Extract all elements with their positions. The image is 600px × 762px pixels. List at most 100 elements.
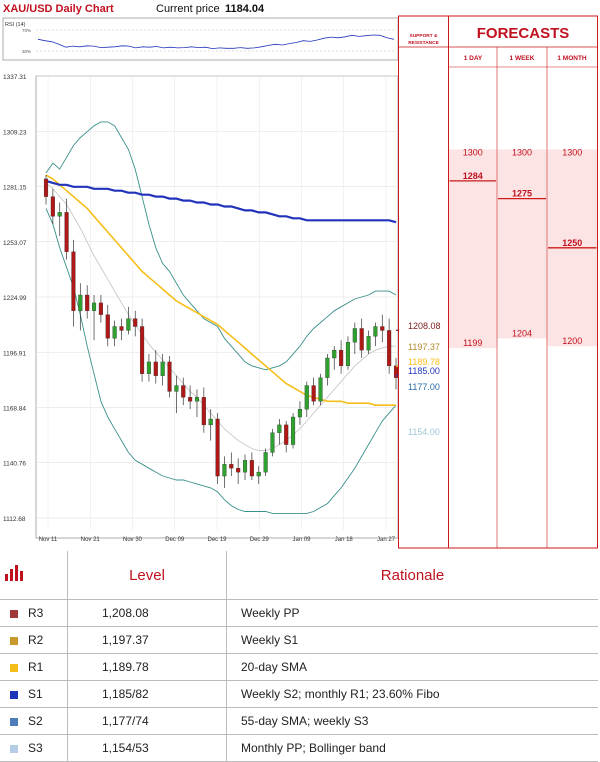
candle-body-14 — [140, 326, 145, 374]
sr-level-label-1: 1197.37 — [408, 342, 440, 352]
candle-body-42 — [332, 349, 337, 359]
forecast-band-1 — [497, 149, 547, 339]
candle-body-22 — [194, 397, 200, 402]
forecast-high-0: 1300 — [463, 147, 483, 157]
x-tick-label-3: Dec 09 — [165, 537, 185, 543]
sr-panel — [398, 15, 449, 549]
candle-body-33 — [270, 432, 275, 453]
candle-body-16 — [153, 361, 158, 376]
candle-body-30 — [249, 460, 254, 477]
candle-body-38 — [304, 385, 309, 410]
y-tick-label-1: 1309.23 — [3, 129, 27, 136]
forecasts-title: FORECASTS — [477, 25, 570, 42]
forecast-low-1: 1204 — [512, 328, 532, 338]
level-value: 1,177/74 — [67, 707, 227, 735]
level-code: R2 — [28, 626, 68, 654]
candle-body-8 — [98, 302, 103, 315]
forecast-target-0: 1284 — [463, 171, 483, 181]
candle-body-6 — [85, 294, 90, 311]
level-rationale: Weekly S1 — [226, 626, 598, 654]
forecast-low-2: 1200 — [562, 336, 582, 346]
candle-body-20 — [181, 385, 186, 398]
candle-body-28 — [236, 468, 241, 473]
chart-title: XAU/USD Daily Chart — [3, 3, 114, 15]
level-swatch — [0, 653, 28, 681]
candle-body-45 — [352, 328, 357, 343]
level-rationale: Weekly PP — [226, 599, 598, 627]
candle-body-34 — [277, 424, 282, 433]
level-swatch — [0, 680, 28, 708]
sr-level-label-0: 1208.08 — [408, 321, 441, 331]
rationale-header: Rationale — [226, 551, 598, 600]
candle-body-4 — [71, 251, 76, 311]
candle-body-10 — [112, 326, 117, 339]
candle-body-7 — [92, 302, 97, 311]
candle-body-50 — [387, 330, 392, 367]
bar-chart-icon — [0, 551, 28, 600]
candle-body-1 — [50, 196, 55, 217]
y-tick-label-6: 1168.84 — [3, 405, 26, 412]
sr-title-1: SUPPORT & — [410, 33, 439, 39]
y-tick-label-5: 1196.91 — [3, 350, 26, 357]
level-swatch — [0, 626, 28, 654]
candle-body-23 — [201, 397, 206, 426]
level-value: 1,197.37 — [67, 626, 227, 654]
candle-body-40 — [318, 377, 323, 402]
level-rationale: Weekly S2; monthly R1; 23.60% Fibo — [226, 680, 598, 708]
levels-row-r2: R2 1,197.37 Weekly S1 — [0, 626, 598, 654]
current-price-value: 1184.04 — [225, 3, 265, 15]
rsi-30-label: 30% — [22, 49, 31, 54]
level-value: 1,185/82 — [67, 680, 227, 708]
sr-level-label-4: 1177.00 — [408, 382, 440, 392]
level-code: S2 — [28, 707, 68, 735]
x-axis: Nov 11 Nov 21 Nov 30 Dec 09 Dec 19 Dec 29 Jan … — [39, 537, 396, 543]
levels-row-s1: S1 1,185/82 Weekly S2; monthly R1; 23.60% … — [0, 680, 598, 708]
level-rationale: 55-day SMA; weekly S3 — [226, 707, 598, 735]
y-tick-label-4: 1224.99 — [3, 295, 27, 302]
candle-body-29 — [242, 460, 248, 473]
level-code: S3 — [28, 734, 68, 762]
candle-body-5 — [78, 294, 83, 311]
candle-body-31 — [256, 471, 261, 477]
candle-body-41 — [325, 357, 330, 378]
y-tick-label-0: 1337.31 — [3, 74, 27, 81]
candle-body-44 — [345, 342, 350, 367]
candle-body-37 — [297, 408, 302, 418]
y-axis: 1337.31 1309.23 1281.15 1253.07 1224.99 1196.… — [3, 74, 27, 523]
y-tick-label-8: 1112.68 — [3, 516, 26, 523]
candle-body-3 — [64, 212, 69, 252]
candle-body-15 — [146, 361, 151, 374]
candle-body-48 — [373, 326, 378, 337]
candle-body-36 — [291, 416, 296, 445]
candle-body-47 — [366, 336, 371, 351]
level-rationale: Monthly PP; Bollinger band — [226, 734, 598, 762]
candle-body-43 — [339, 349, 344, 367]
candle-body-35 — [284, 424, 289, 445]
sr-level-label-5: 1154.00 — [408, 427, 440, 437]
candle-body-32 — [263, 452, 268, 473]
level-swatch — [0, 734, 28, 762]
level-value: 1,208.08 — [67, 599, 227, 627]
x-tick-label-7: Jan 18 — [335, 537, 354, 543]
forecast-target-1: 1275 — [512, 189, 532, 199]
current-price-label: Current price — [156, 3, 220, 15]
level-swatch — [0, 707, 28, 735]
x-tick-label-5: Dec 29 — [250, 537, 270, 543]
levels-row-s3: S3 1,154/53 Monthly PP; Bollinger band — [0, 734, 598, 762]
candle-body-9 — [105, 314, 110, 339]
candle-body-12 — [126, 318, 131, 331]
x-tick-label-6: Jan 09 — [292, 537, 311, 543]
level-code: S1 — [28, 680, 68, 708]
forecast-col-1month: 1 MONTH — [557, 55, 587, 62]
forecast-col-1day: 1 DAY — [464, 55, 483, 62]
forecast-bands: 1300 1284 1199 1300 1275 1204 1300 1250 1200 — [449, 147, 597, 349]
candle-body-17 — [160, 361, 165, 376]
x-tick-label-4: Dec 19 — [207, 537, 227, 543]
chart-area: XAU/USD Daily Chart Current price 1184.0… — [2, 3, 598, 549]
candle-body-26 — [222, 464, 227, 477]
level-swatch — [0, 599, 28, 627]
forecast-col-1week: 1 WEEK — [510, 55, 535, 62]
level-value: 1,154/53 — [67, 734, 227, 762]
forecast-high-1: 1300 — [512, 147, 532, 157]
candle-body-25 — [215, 418, 220, 477]
